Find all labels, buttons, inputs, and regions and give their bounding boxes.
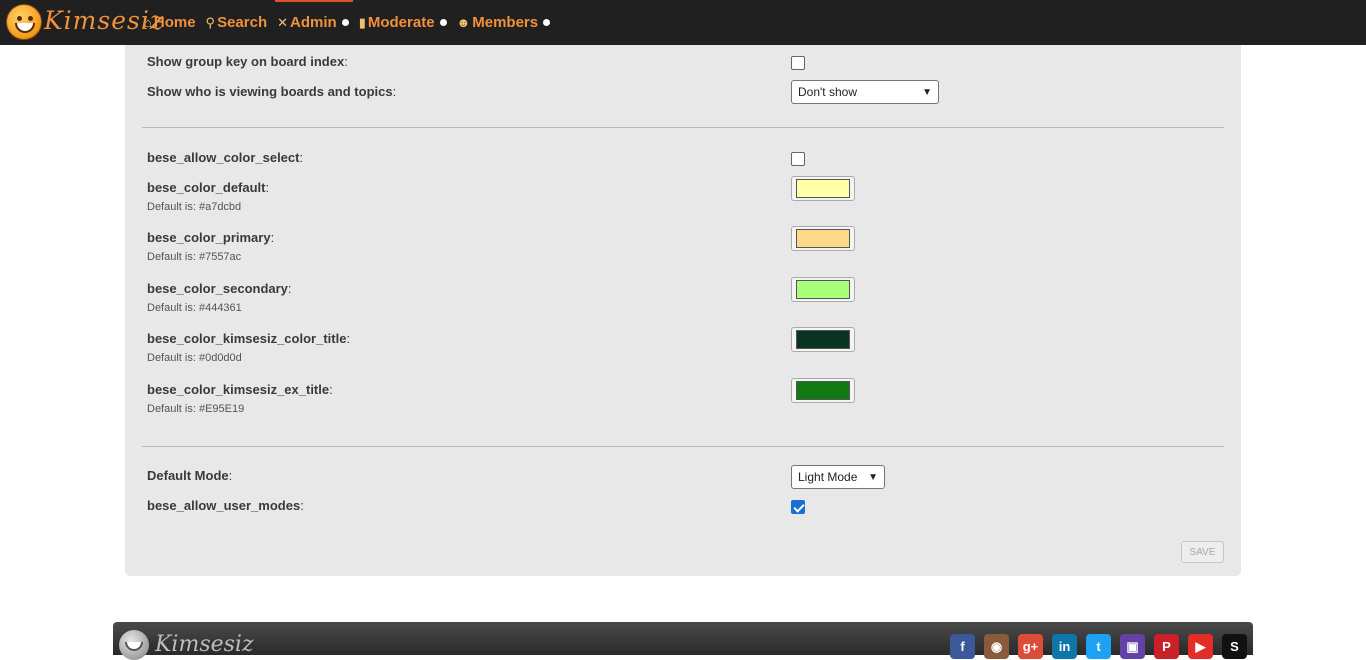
allow-user-modes-checkbox[interactable] bbox=[791, 500, 805, 514]
setting-color-primary: bese_color_primary: Default is: #7557ac bbox=[147, 226, 1217, 263]
smiley-logo-icon bbox=[6, 4, 42, 40]
main-nav: ⌂ Home ⚲ Search ✕ Admin ▮ Moderate ☻ Mem… bbox=[144, 0, 560, 45]
dropdown-dot-icon bbox=[543, 19, 551, 26]
smiley-logo-icon bbox=[119, 630, 149, 660]
setting-allow-user-modes: bese_allow_user_modes: bbox=[147, 498, 1217, 514]
nav-members[interactable]: ☻ Members bbox=[457, 0, 551, 45]
setting-label: Show group key on board index bbox=[147, 54, 345, 69]
color-swatch bbox=[796, 229, 850, 248]
footer: Kimsesiz f ◉ g+ in t ▣ P ▶ S bbox=[113, 622, 1253, 660]
setting-label: Default Mode bbox=[147, 468, 229, 483]
setting-hint: Default is: #a7dcbd bbox=[147, 201, 242, 213]
nav-home[interactable]: ⌂ Home bbox=[144, 0, 196, 45]
who-viewing-value: Don't show bbox=[798, 85, 857, 99]
who-viewing-select[interactable]: Don't show ▼ bbox=[791, 80, 939, 104]
color-swatch bbox=[796, 179, 850, 198]
home-icon: ⌂ bbox=[144, 15, 152, 30]
section-divider bbox=[142, 446, 1224, 447]
setting-label: bese_color_kimsesiz_ex_title bbox=[147, 382, 330, 397]
search-icon: ⚲ bbox=[205, 14, 216, 30]
setting-hint: Default is: #E95E19 bbox=[147, 403, 245, 415]
setting-hint: Default is: #0d0d0d bbox=[147, 352, 242, 364]
nav-moderate[interactable]: ▮ Moderate bbox=[359, 0, 447, 45]
youtube-icon[interactable]: ▶ bbox=[1188, 634, 1213, 659]
default-mode-value: Light Mode bbox=[798, 470, 858, 484]
members-icon: ☻ bbox=[456, 15, 471, 30]
setting-color-default: bese_color_default: Default is: #a7dcbd bbox=[147, 176, 1217, 213]
traffic-light-icon: ▮ bbox=[358, 14, 366, 30]
setting-color-secondary: bese_color_secondary: Default is: #44436… bbox=[147, 277, 1217, 314]
nav-search[interactable]: ⚲ Search bbox=[206, 0, 268, 45]
setting-who-viewing: Show who is viewing boards and topics: D… bbox=[147, 80, 1217, 104]
site-logo[interactable]: Kimsesiz bbox=[6, 4, 163, 42]
nav-members-label: Members bbox=[472, 14, 539, 31]
footer-logo[interactable]: Kimsesiz bbox=[119, 630, 254, 660]
setting-hint: Default is: #444361 bbox=[147, 302, 242, 314]
twitch-icon[interactable]: ▣ bbox=[1120, 634, 1145, 659]
footer-logo-text: Kimsesiz bbox=[155, 632, 254, 657]
setting-color-ex-title: bese_color_kimsesiz_ex_title: Default is… bbox=[147, 378, 1217, 415]
setting-label: bese_color_kimsesiz_color_title bbox=[147, 331, 347, 346]
default-mode-select[interactable]: Light Mode ▼ bbox=[791, 465, 885, 489]
social-links: f ◉ g+ in t ▣ P ▶ S bbox=[941, 634, 1247, 659]
dropdown-dot-icon bbox=[439, 19, 447, 26]
color-ex-title-picker[interactable] bbox=[791, 378, 855, 403]
steam-icon[interactable]: S bbox=[1222, 634, 1247, 659]
nav-moderate-label: Moderate bbox=[367, 14, 435, 31]
color-primary-picker[interactable] bbox=[791, 226, 855, 251]
pinterest-icon[interactable]: P bbox=[1154, 634, 1179, 659]
top-nav-bar: Kimsesiz ⌂ Home ⚲ Search ✕ Admin ▮ Moder… bbox=[0, 0, 1366, 45]
google-plus-icon[interactable]: g+ bbox=[1018, 634, 1043, 659]
setting-label: bese_color_primary bbox=[147, 230, 271, 245]
instagram-icon[interactable]: ◉ bbox=[984, 634, 1009, 659]
group-key-checkbox[interactable] bbox=[791, 56, 805, 70]
setting-default-mode: Default Mode: Light Mode ▼ bbox=[147, 465, 1217, 489]
setting-group-key: Show group key on board index: bbox=[147, 54, 1217, 70]
section-divider bbox=[142, 127, 1224, 128]
setting-color-title: bese_color_kimsesiz_color_title: Default… bbox=[147, 327, 1217, 364]
color-default-picker[interactable] bbox=[791, 176, 855, 201]
color-title-picker[interactable] bbox=[791, 327, 855, 352]
dropdown-dot-icon bbox=[341, 19, 349, 26]
setting-label: Show who is viewing boards and topics bbox=[147, 84, 393, 99]
setting-label: bese_allow_user_modes bbox=[147, 498, 301, 513]
twitter-icon[interactable]: t bbox=[1086, 634, 1111, 659]
color-swatch bbox=[796, 381, 850, 400]
chevron-down-icon: ▼ bbox=[868, 471, 878, 483]
nav-admin[interactable]: ✕ Admin bbox=[275, 0, 353, 45]
facebook-icon[interactable]: f bbox=[950, 634, 975, 659]
nav-search-label: Search bbox=[217, 14, 268, 31]
setting-hint: Default is: #7557ac bbox=[147, 251, 242, 263]
chevron-down-icon: ▼ bbox=[922, 86, 932, 98]
nav-home-label: Home bbox=[153, 14, 196, 31]
settings-panel: Show group key on board index: Show who … bbox=[125, 45, 1241, 576]
color-swatch bbox=[796, 330, 850, 349]
setting-allow-color-select: bese_allow_color_select: bbox=[147, 150, 1217, 166]
allow-color-select-checkbox[interactable] bbox=[791, 152, 805, 166]
color-swatch bbox=[796, 280, 850, 299]
tools-icon: ✕ bbox=[277, 14, 289, 30]
setting-label: bese_color_default bbox=[147, 180, 266, 195]
nav-admin-label: Admin bbox=[290, 14, 337, 31]
setting-label: bese_allow_color_select bbox=[147, 150, 300, 165]
color-secondary-picker[interactable] bbox=[791, 277, 855, 302]
setting-label: bese_color_secondary bbox=[147, 281, 288, 296]
save-button[interactable]: SAVE bbox=[1181, 541, 1224, 563]
linkedin-icon[interactable]: in bbox=[1052, 634, 1077, 659]
